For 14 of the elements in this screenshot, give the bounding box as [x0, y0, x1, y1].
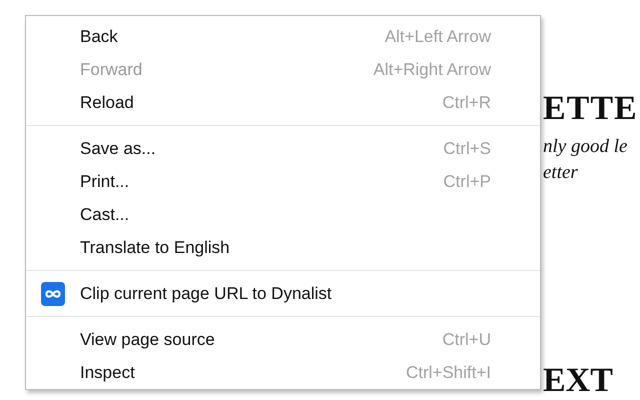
page-text: nly good le: [543, 135, 628, 159]
infinity-icon: [41, 282, 65, 306]
menu-item[interactable]: Print... Ctrl+P: [26, 165, 540, 198]
page-text: etter: [543, 161, 579, 185]
menu-item[interactable]: Reload Ctrl+R: [26, 86, 540, 119]
menu-item[interactable]: Translate to English: [26, 231, 540, 264]
menu-item[interactable]: Cast...: [26, 198, 540, 231]
menu-item[interactable]: Back Alt+Left Arrow: [26, 20, 540, 53]
page-heading: EXT: [543, 362, 614, 400]
menu-item[interactable]: Save as... Ctrl+S: [26, 132, 540, 165]
menu-item[interactable]: View page source Ctrl+U: [26, 323, 540, 356]
menu-item[interactable]: Clip current page URL to Dynalist: [26, 277, 540, 310]
page-heading: ETTE: [543, 90, 639, 128]
menu-item[interactable]: Inspect Ctrl+Shift+I: [26, 356, 540, 389]
